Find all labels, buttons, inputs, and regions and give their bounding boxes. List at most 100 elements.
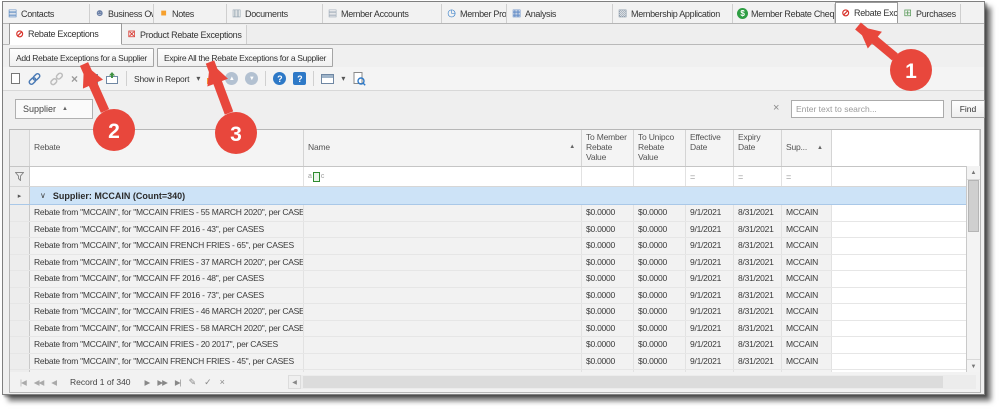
tab-business-owners[interactable]: ☻ Business Owners [90, 4, 154, 23]
edit-record-button[interactable]: ✎ [189, 377, 197, 388]
show-in-report-button[interactable]: Show in Report [134, 74, 189, 84]
horizontal-scrollbar[interactable]: ◀ [288, 375, 976, 389]
table-row[interactable]: Rebate from "MCCAIN", for "MCCAIN FF 201… [10, 288, 980, 305]
column-header-rebate[interactable]: Rebate [30, 130, 304, 166]
horizontal-scrollbar-thumb[interactable] [303, 376, 943, 388]
tab-purchases[interactable]: ⊞ Purchases [898, 4, 961, 23]
column-header-to-unipco-rebate-value[interactable]: To Unipco Rebate Value [634, 130, 686, 166]
filter-cell-to-unipco[interactable] [634, 167, 686, 186]
move-down-icon[interactable]: ▼ [245, 72, 258, 85]
tab-documents[interactable]: ▥ Documents [227, 4, 323, 23]
group-by-supplier-chip[interactable]: Supplier ▲ [15, 99, 93, 119]
last-record-button[interactable]: ▶| [175, 378, 181, 387]
column-header-effective-date[interactable]: Effective Date [686, 130, 734, 166]
column-header-name[interactable]: Name ▲ [304, 130, 582, 166]
table-row[interactable]: Rebate from "MCCAIN", for "MCCAIN FF 201… [10, 222, 980, 239]
find-button[interactable]: Find [951, 100, 985, 118]
scroll-up-icon[interactable]: ▲ [967, 166, 980, 180]
table-row[interactable]: Rebate from "MCCAIN", for "MCCAIN FRIES … [10, 255, 980, 272]
clear-search-icon[interactable]: × [773, 102, 779, 114]
group-row-supplier-mccain[interactable]: ▸ ∨ Supplier: MCCAIN (Count=340) [10, 187, 980, 205]
expiry-date-cell: 8/31/2021 [734, 288, 782, 304]
first-record-button[interactable]: |◀ [20, 378, 26, 387]
effective-date-cell: 9/1/2021 [686, 238, 734, 254]
scroll-down-icon[interactable]: ▼ [967, 359, 980, 373]
row-indicator-cell [10, 304, 30, 320]
tab-icon: ⊞ [902, 8, 913, 19]
tab-member-accounts[interactable]: ▤ Member Accounts [323, 4, 442, 23]
tab-member-program-histories[interactable]: ◷ Member Program Histories [442, 4, 507, 23]
move-up-icon[interactable]: ▲ [225, 72, 238, 85]
search-input[interactable] [791, 100, 944, 118]
to-unipco-rebate-value-cell: $0.0000 [634, 238, 686, 254]
column-label: Name [308, 143, 330, 153]
table-row[interactable]: Rebate from "MCCAIN", for "MCCAIN FRIES … [10, 321, 980, 338]
row-indicator-cell [10, 337, 30, 353]
prev-record-button[interactable]: ◀ [51, 378, 56, 387]
table-row[interactable]: Rebate from "MCCAIN", for "MCCAIN FRIES … [10, 337, 980, 354]
layout-window-icon[interactable] [321, 71, 334, 87]
horizontal-scrollbar-track[interactable] [301, 375, 976, 389]
next-record-button[interactable]: ▶ [145, 378, 150, 387]
cancel-edit-button[interactable]: × [220, 377, 225, 387]
tab-analysis[interactable]: ▦ Analysis [507, 4, 613, 23]
report-chart-icon[interactable] [207, 73, 218, 84]
delete-icon[interactable]: × [71, 71, 78, 87]
filter-cell-expiry[interactable]: = [734, 167, 782, 186]
to-unipco-rebate-value-cell: $0.0000 [634, 271, 686, 287]
tab-icon: ▦ [511, 8, 522, 19]
chevron-down-icon[interactable]: ▾ [341, 75, 345, 83]
tab-member-rebate-cheques[interactable]: $ Member Rebate Cheques [733, 4, 835, 23]
column-header-supplier[interactable]: Sup... ▲ [782, 130, 832, 166]
vertical-scrollbar[interactable]: ▲ ▼ [966, 166, 980, 373]
next-page-button[interactable]: ▶▶ [157, 378, 167, 387]
export-window-icon[interactable] [105, 71, 119, 87]
table-row[interactable]: Rebate from "MCCAIN", for "MCCAIN FF 201… [10, 271, 980, 288]
scroll-left-icon[interactable]: ◀ [288, 375, 301, 389]
unlink-icon[interactable] [49, 71, 64, 87]
filter-cell-effective[interactable]: = [686, 167, 734, 186]
filter-cell-rebate[interactable] [30, 167, 304, 186]
filter-cell-to-member[interactable] [582, 167, 634, 186]
tab-contacts[interactable]: ▤ Contacts [3, 4, 90, 23]
empty-cell [832, 321, 980, 337]
table-row[interactable]: Rebate from "MCCAIN", for "MCCAIN FRENCH… [10, 354, 980, 371]
help-box-icon[interactable]: ? [293, 72, 306, 85]
tab-label: Contacts [21, 9, 54, 19]
expiry-date-cell: 8/31/2021 [734, 222, 782, 238]
subtab-rebate-exceptions[interactable]: ⊘ Rebate Exceptions [9, 23, 122, 45]
name-cell [304, 337, 582, 353]
filter-cell-name[interactable]: ac [304, 167, 582, 186]
column-header-to-member-rebate-value[interactable]: To Member Rebate Value [582, 130, 634, 166]
new-record-icon[interactable] [11, 71, 20, 87]
rebate-cell: Rebate from "MCCAIN", for "MCCAIN FRENCH… [30, 238, 304, 254]
help-circle-icon[interactable]: ? [273, 72, 286, 85]
rebate-cell: Rebate from "MCCAIN", for "MCCAIN FRIES … [30, 255, 304, 271]
tab-membership-application[interactable]: ▧ Membership Application [613, 4, 733, 23]
to-member-rebate-value-cell: $0.0000 [582, 238, 634, 254]
to-unipco-rebate-value-cell: $0.0000 [634, 337, 686, 353]
tab-notes[interactable]: ■ Notes [154, 4, 227, 23]
table-row[interactable]: Rebate from "MCCAIN", for "MCCAIN FRIES … [10, 304, 980, 321]
column-header-expiry-date[interactable]: Expiry Date [734, 130, 782, 166]
expire-rebate-exceptions-button[interactable]: Expire All the Rebate Exceptions for a S… [157, 48, 333, 67]
empty-cell [832, 271, 980, 287]
show-panel-icon[interactable] [85, 71, 98, 87]
tab-icon: ⊠ [126, 29, 137, 40]
to-member-rebate-value-cell: $0.0000 [582, 222, 634, 238]
record-navigator: |◀ ◀◀ ◀ Record 1 of 340 ▶ ▶▶ ▶| ✎ ✓ × ◀ [9, 372, 981, 393]
collapse-chevron-icon[interactable]: ∨ [40, 191, 46, 200]
tab-rebate-exceptions[interactable]: ⊘ Rebate Exceptions [835, 2, 898, 24]
table-row[interactable]: Rebate from "MCCAIN", for "MCCAIN FRIES … [10, 205, 980, 222]
post-edit-button[interactable]: ✓ [204, 377, 212, 388]
link-icon[interactable] [27, 71, 42, 87]
chevron-down-icon[interactable]: ▾ [196, 75, 200, 83]
tab-label: Member Accounts [341, 9, 409, 19]
filter-cell-supplier[interactable]: = [782, 167, 832, 186]
vertical-scrollbar-thumb[interactable] [968, 180, 979, 232]
prev-page-button[interactable]: ◀◀ [34, 378, 44, 387]
add-rebate-exceptions-button[interactable]: Add Rebate Exceptions for a Supplier [9, 48, 154, 67]
table-row[interactable]: Rebate from "MCCAIN", for "MCCAIN FRENCH… [10, 238, 980, 255]
print-preview-icon[interactable] [352, 71, 366, 87]
subtab-product-rebate-exceptions[interactable]: ⊠ Product Rebate Exceptions [122, 25, 247, 44]
